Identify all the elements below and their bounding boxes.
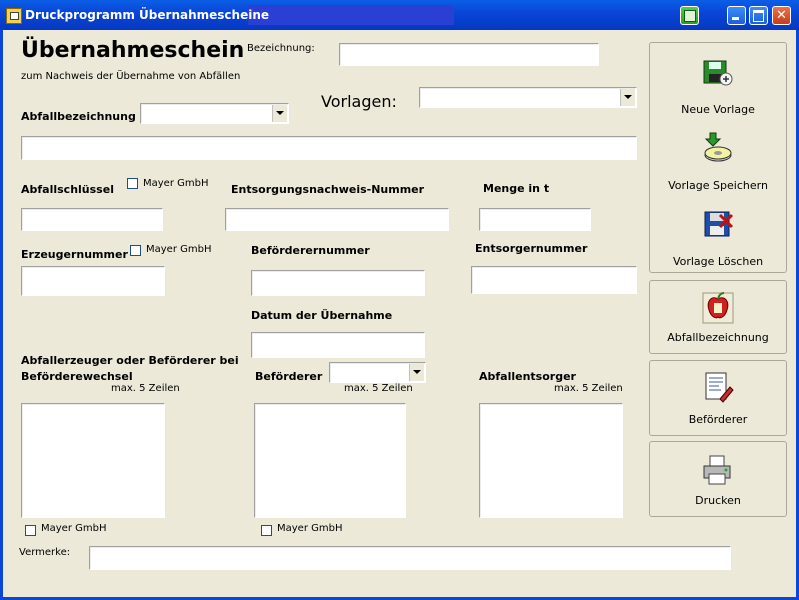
befoerderernummer-input[interactable]	[251, 270, 425, 296]
neue-vorlage-button[interactable]: Neue Vorlage	[650, 55, 786, 117]
entsorgernummer-input[interactable]	[471, 266, 637, 294]
abfallschluessel-label: Abfallschlüssel	[21, 183, 114, 196]
mayer-label-2: Mayer GmbH	[146, 244, 212, 255]
entsorgungsnachweis-input[interactable]	[225, 208, 449, 231]
printer-icon	[703, 455, 731, 485]
max-zeilen-1: max. 5 Zeilen	[111, 383, 180, 394]
vorlage-loeschen-label: Vorlage Löschen	[672, 255, 764, 268]
erzeugernummer-label: Erzeugernummer	[21, 248, 128, 261]
maximize-icon	[750, 7, 767, 24]
abfallbezeichnung-label: Abfallbezeichnung	[21, 110, 136, 123]
bezeichnung-input[interactable]	[339, 43, 599, 66]
drucken-button[interactable]: Drucken	[650, 452, 786, 514]
chevron-down-icon[interactable]	[272, 105, 287, 122]
vorlage-panel: Neue Vorlage Vorlage Speichern Vorlage L…	[649, 42, 787, 273]
mayer-checkbox-4[interactable]	[261, 525, 272, 536]
vorlagen-select[interactable]	[419, 87, 637, 108]
document-pen-icon	[705, 372, 734, 403]
befoerderer-panel: Beförderer	[649, 360, 787, 436]
abfallerzeuger-label: Abfallerzeuger oder Beförderer bei	[21, 354, 239, 367]
new-template-icon	[703, 60, 733, 86]
befoerderer-label: Beförderer	[255, 370, 323, 383]
help-icon	[681, 7, 698, 24]
datum-input[interactable]	[251, 332, 425, 358]
close-icon: ✕	[776, 8, 787, 23]
minimize-button[interactable]	[727, 6, 746, 25]
apple-waste-icon	[702, 292, 734, 324]
page-subtitle: zum Nachweis der Übernahme von Abfällen	[21, 71, 241, 82]
mayer-label-3: Mayer GmbH	[41, 523, 107, 534]
abfallbezeichnung-panel: Abfallbezeichnung	[649, 280, 787, 354]
abfallentsorger-label: Abfallentsorger	[479, 370, 576, 383]
drucken-panel: Drucken	[649, 441, 787, 517]
mayer-label-4: Mayer GmbH	[277, 523, 343, 534]
chevron-down-icon[interactable]	[409, 364, 424, 381]
page-title: Übernahmeschein	[21, 38, 245, 63]
abfallbezeichnung-select[interactable]	[140, 103, 289, 124]
abfallschluessel-input[interactable]	[21, 208, 163, 231]
mayer-checkbox-2[interactable]	[130, 245, 141, 256]
datum-label: Datum der Übernahme	[251, 309, 393, 322]
close-button[interactable]: ✕	[772, 6, 791, 25]
befoerderer-button[interactable]: Beförderer	[650, 369, 786, 431]
menge-input[interactable]	[479, 208, 591, 231]
neue-vorlage-label: Neue Vorlage	[681, 103, 755, 116]
menge-label: Menge in t	[483, 182, 550, 195]
minimize-icon	[728, 7, 745, 24]
befoerderernummer-label: Beförderernummer	[251, 244, 370, 257]
delete-template-icon	[704, 211, 734, 237]
mayer-label-1: Mayer GmbH	[143, 178, 209, 189]
entsorgungsnachweis-label: Entsorgungsnachweis-Nummer	[231, 183, 425, 196]
befoerderer-select[interactable]	[329, 362, 426, 383]
drucken-label: Drucken	[695, 494, 741, 507]
abfallentsorger-textarea[interactable]	[479, 403, 623, 518]
max-zeilen-2: max. 5 Zeilen	[344, 383, 413, 394]
vorlage-speichern-label: Vorlage Speichern	[668, 179, 768, 192]
abfallerzeuger-textarea[interactable]	[21, 403, 165, 518]
title-bar: Druckprogramm Übernahmescheine ✕	[0, 0, 799, 30]
app-window: Druckprogramm Übernahmescheine ✕ Übernah…	[0, 0, 799, 600]
abfallbezeichnung-button[interactable]: Abfallbezeichnung	[650, 289, 786, 351]
abfallbezeichnung-button-label: Abfallbezeichnung	[667, 331, 769, 344]
vorlage-loeschen-button[interactable]: Vorlage Löschen	[650, 207, 786, 269]
abfallerzeuger-label-2: Beförderewechsel	[21, 370, 133, 383]
vorlage-speichern-button[interactable]: Vorlage Speichern	[650, 131, 786, 193]
save-template-icon	[704, 132, 732, 162]
erzeugernummer-input[interactable]	[21, 266, 165, 296]
befoerderer-button-label: Beförderer	[688, 413, 748, 426]
mayer-checkbox-1[interactable]	[127, 178, 138, 189]
title-highlight	[248, 5, 454, 25]
vermerke-input[interactable]	[89, 546, 731, 570]
window-title: Druckprogramm Übernahmescheine	[25, 8, 270, 22]
vermerke-label: Vermerke:	[19, 547, 71, 558]
mayer-checkbox-3[interactable]	[25, 525, 36, 536]
abfallbezeichnung-text-input[interactable]	[21, 136, 637, 160]
chevron-down-icon[interactable]	[620, 89, 635, 106]
entsorgernummer-label: Entsorgernummer	[475, 242, 588, 255]
befoerderer-textarea[interactable]	[254, 403, 406, 518]
help-button[interactable]	[680, 6, 699, 25]
max-zeilen-3: max. 5 Zeilen	[554, 383, 623, 394]
bezeichnung-label: Bezeichnung:	[247, 43, 315, 54]
app-icon[interactable]	[6, 8, 22, 24]
maximize-button[interactable]	[749, 6, 768, 25]
vorlagen-label: Vorlagen:	[321, 92, 397, 111]
